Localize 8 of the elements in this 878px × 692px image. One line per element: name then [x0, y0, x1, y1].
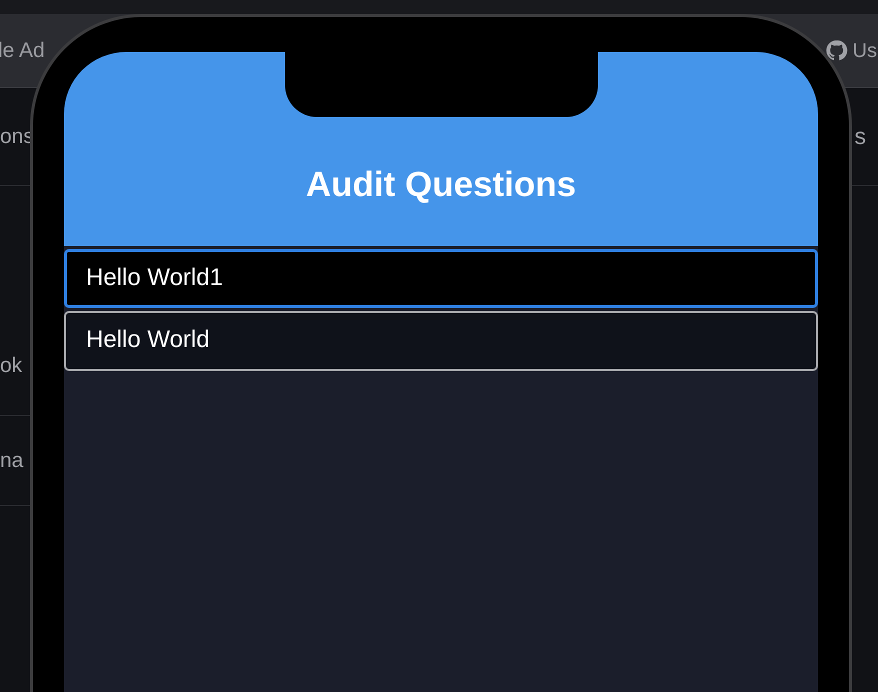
list-item[interactable]: Hello World — [64, 311, 818, 371]
column-label: s — [854, 122, 867, 152]
sidebar-label: ok — [0, 352, 22, 378]
github-icon[interactable] — [824, 39, 848, 62]
toolbar-text: Us — [852, 38, 878, 64]
list-item[interactable]: Hello World1 — [64, 249, 818, 308]
app-title: Audit Questions — [306, 164, 576, 206]
sidebar-label: na — [0, 448, 24, 474]
